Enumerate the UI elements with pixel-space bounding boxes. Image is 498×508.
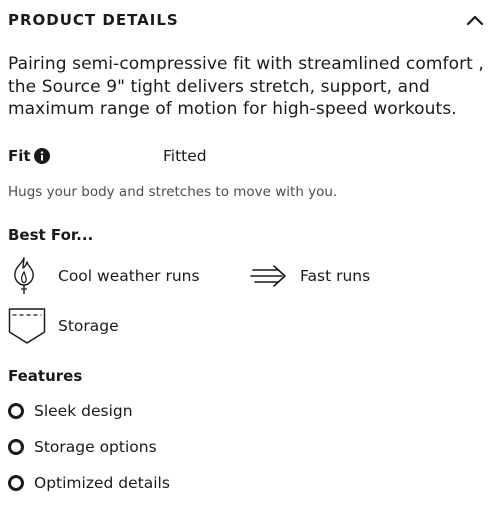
bullet-ring-icon [8, 475, 24, 491]
info-icon[interactable] [33, 148, 50, 164]
chevron-up-icon[interactable] [466, 14, 484, 26]
product-details-header[interactable]: PRODUCT DETAILS [8, 8, 484, 32]
flame-icon [14, 257, 34, 294]
best-for-label: Storage [58, 317, 119, 335]
bullet-ring-icon [8, 403, 24, 419]
feature-label: Optimized details [34, 474, 170, 492]
pocket-icon [8, 308, 46, 344]
best-for-title: Best For... [8, 226, 94, 244]
fit-value: Fitted [163, 147, 207, 165]
feature-label: Sleek design [34, 402, 133, 420]
best-for-item-storage: Storage [8, 306, 119, 346]
features-title: Features [8, 367, 83, 385]
best-for-label: Cool weather runs [58, 267, 200, 285]
product-description: Pairing semi-compressive fit with stream… [8, 54, 484, 119]
feature-label: Storage options [34, 438, 157, 456]
section-title: PRODUCT DETAILS [8, 11, 179, 29]
best-for-label: Fast runs [300, 267, 371, 285]
best-for-item-fast-runs: Fast runs [250, 256, 370, 296]
best-for-item-cool-weather-runs: Cool weather runs [10, 256, 200, 296]
feature-item-storage-options: Storage options [8, 436, 157, 458]
feature-item-sleek-design: Sleek design [8, 400, 133, 422]
speed-arrow-icon [250, 265, 286, 287]
fit-description: Hugs your body and stretches to move wit… [8, 184, 338, 200]
fit-row: Fit [8, 146, 50, 166]
fit-label: Fit [8, 147, 31, 165]
bullet-ring-icon [8, 439, 24, 455]
feature-item-optimized-details: Optimized details [8, 472, 170, 494]
